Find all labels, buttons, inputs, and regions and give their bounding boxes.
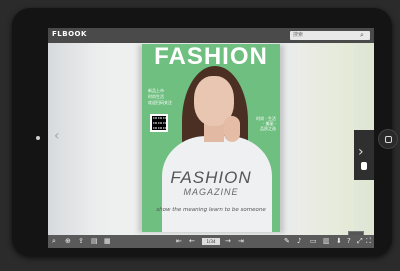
- tablet-frame: FLBOOK ⌕ ‹ FASHION 新品上市 时尚生活 欢迎扫码关注: [12, 8, 398, 256]
- thumbnail-icon[interactable]: ▥: [323, 237, 330, 246]
- grid-icon[interactable]: ▦: [104, 237, 111, 246]
- magazine-cover[interactable]: FASHION 新品上市 时尚生活 欢迎扫码关注 时尚 · 生活 · 美丽 · …: [142, 44, 280, 232]
- top-bar: FLBOOK ⌕: [48, 28, 374, 43]
- print-icon[interactable]: ▭: [310, 237, 317, 246]
- prev-page-icon[interactable]: ←: [189, 237, 195, 246]
- book-stage: ‹ FASHION 新品上市 时尚生活 欢迎扫码关注 时尚 · 生活 · 美丽 …: [48, 43, 374, 247]
- search-icon[interactable]: ⌕: [360, 31, 364, 40]
- cover-info: 新品上市 时尚生活 欢迎扫码关注: [148, 88, 188, 106]
- qr-code: [150, 114, 168, 132]
- search-input[interactable]: [290, 31, 370, 40]
- bottom-toolbar: ⌕ ⊕ ⇪ ▤ ▦ ⇤ ← 1/34 → ⇥ ✎ ♪ ▭ ▥ ⬇ ? ⤢ ⛶: [48, 235, 374, 248]
- help-icon[interactable]: ?: [347, 237, 351, 246]
- last-page-icon[interactable]: ⇥: [238, 237, 244, 246]
- square-icon: [385, 136, 392, 143]
- first-page-icon[interactable]: ⇤: [176, 237, 182, 246]
- info-line: 欢迎扫码关注: [148, 100, 172, 105]
- page-indicator[interactable]: 1/34: [202, 238, 220, 245]
- prev-page-arrow-icon[interactable]: ‹: [54, 128, 60, 144]
- background-panel: [298, 43, 354, 235]
- expand-icon[interactable]: ⛶: [366, 237, 371, 246]
- chevron-right-icon: ›: [358, 144, 364, 160]
- sound-icon[interactable]: ♪: [297, 237, 301, 246]
- cover-tagline: show the meaning learn to be someone: [156, 207, 266, 213]
- next-page-icon[interactable]: →: [225, 237, 231, 246]
- home-button[interactable]: [378, 129, 398, 149]
- zoom-icon[interactable]: ⊕: [65, 237, 71, 246]
- cover-side-text: 时尚 · 生活 · 美丽 · 品质之选: [238, 116, 276, 131]
- share-icon[interactable]: ⇪: [78, 237, 84, 246]
- download-icon[interactable]: ⬇: [336, 237, 342, 246]
- app-logo: FLBOOK: [52, 30, 87, 38]
- search-icon[interactable]: ⌕: [52, 237, 56, 246]
- fullscreen-icon[interactable]: ⤢: [357, 237, 363, 246]
- flipbook-screen: FLBOOK ⌕ ‹ FASHION 新品上市 时尚生活 欢迎扫码关注: [48, 28, 374, 248]
- next-page-button[interactable]: ›: [354, 130, 374, 180]
- bookmark-icon[interactable]: ▤: [91, 237, 98, 246]
- tool-icon[interactable]: ✎: [284, 237, 290, 246]
- cover-subtitle: MAGAZINE: [183, 187, 239, 197]
- cover-title-secondary: FASHION: [170, 168, 252, 187]
- hand-cursor-icon: [361, 162, 367, 170]
- side-line: 品质之选: [260, 126, 276, 131]
- front-camera: [36, 136, 40, 140]
